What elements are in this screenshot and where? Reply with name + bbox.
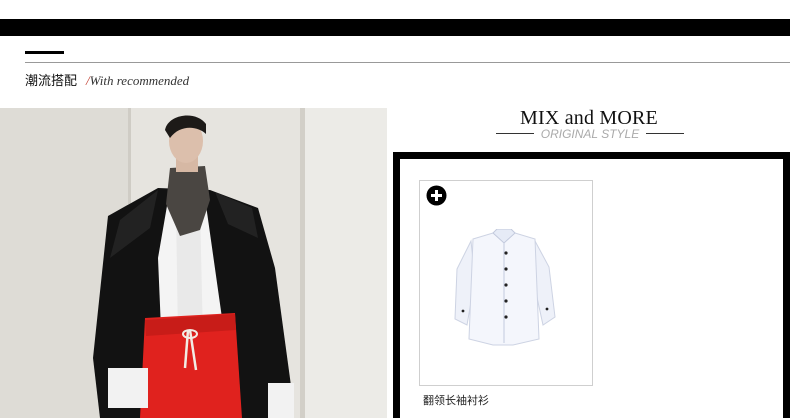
plus-circle-icon[interactable] (426, 185, 447, 206)
shirt-image[interactable] (449, 228, 559, 349)
section-heading: 潮流搭配 /With recommended (25, 70, 189, 89)
original-style-subtitle: ORIGINAL STYLE (540, 127, 640, 141)
product-name[interactable]: 翻领长袖衬衫 (423, 392, 489, 408)
section-title-en: /With recommended (86, 73, 189, 89)
section-title-zh: 潮流搭配 (25, 74, 78, 89)
top-bar (0, 19, 790, 36)
section-title-en-text: With recommended (89, 73, 190, 88)
model-photo (0, 108, 387, 418)
section-divider (25, 62, 790, 63)
subtitle-rule-right (646, 133, 684, 134)
original-style-row: ORIGINAL STYLE (496, 127, 684, 141)
accent-line (25, 51, 64, 54)
